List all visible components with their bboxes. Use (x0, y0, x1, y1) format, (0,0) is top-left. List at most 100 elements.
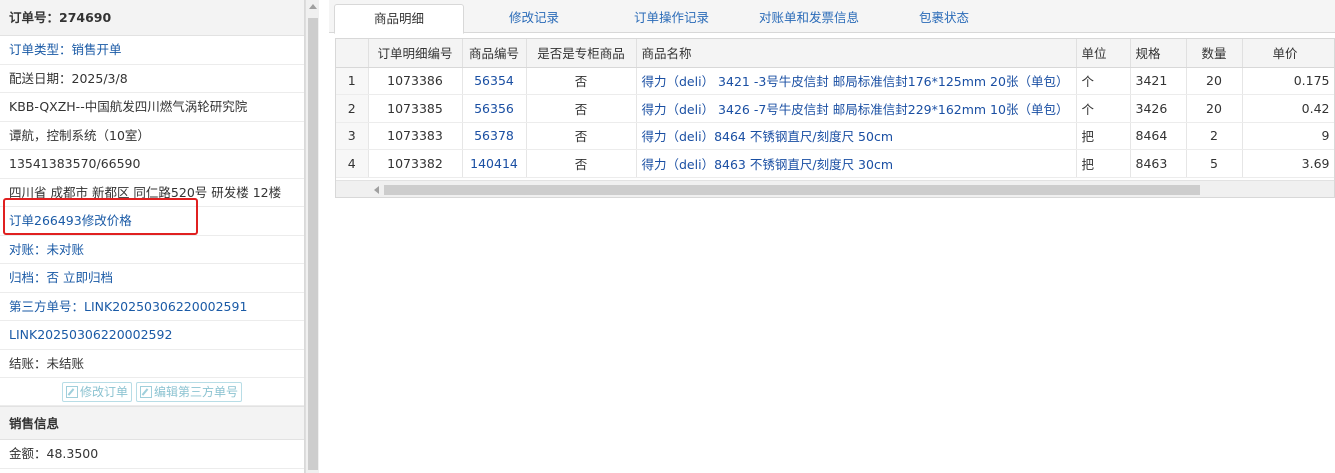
edit-third-party-label: 编辑第三方单号 (154, 385, 239, 399)
spec-cell: 8463 (1130, 149, 1187, 178)
order-type-label: 订单类型： (9, 42, 72, 57)
spec-cell: 3426 (1130, 94, 1187, 123)
detail-id-cell: 1073386 (368, 67, 463, 95)
detail-id-cell: 1073383 (368, 122, 463, 150)
product-id-link[interactable]: 56378 (462, 122, 527, 150)
panel-gutter (319, 0, 329, 473)
action-buttons: 修改订单 编辑第三方单号 (0, 378, 304, 406)
phone-row: 13541383570/66590 (0, 150, 304, 179)
col-price[interactable]: 单价 (1242, 39, 1334, 68)
row-index: 4 (336, 149, 369, 178)
col-index (336, 39, 369, 68)
table-row[interactable]: 4 1073382 140414 否 得力（deli）8463 不锈钢直尺/刻度… (336, 149, 1334, 178)
counter-cell: 否 (526, 149, 637, 178)
col-spec[interactable]: 规格 (1130, 39, 1187, 68)
row-index: 1 (336, 67, 369, 95)
detail-content: 商品明细 修改记录 订单操作记录 对账单和发票信息 包裹状态 订单明细编号 商品… (329, 0, 1335, 473)
counter-cell: 否 (526, 67, 637, 95)
qty-cell: 2 (1186, 122, 1243, 150)
archive-label: 归档： (9, 270, 47, 285)
settlement-value: 未结账 (46, 355, 85, 371)
customer-row: KBB-QXZH--中国航发四川燃气涡轮研究院 (0, 93, 304, 122)
table-row[interactable]: 1 1073386 56354 否 得力（deli） 3421 -3号牛皮信封 … (336, 67, 1334, 95)
table-row[interactable]: 3 1073383 56378 否 得力（deli）8464 不锈钢直尺/刻度尺… (336, 122, 1334, 150)
reconcile-row: 对账：未对账 (0, 236, 304, 264)
row-index: 2 (336, 94, 369, 123)
spec-cell: 3421 (1130, 67, 1187, 95)
edit-order-button[interactable]: 修改订单 (61, 381, 132, 402)
product-table: 订单明细编号 商品编号 是否是专柜商品 商品名称 单位 规格 数量 单价 1 1… (335, 38, 1335, 198)
order-type-value: 销售开单 (71, 42, 122, 57)
delivery-date-row: 配送日期：2025/3/8 (0, 65, 304, 93)
counter-cell: 否 (526, 122, 637, 150)
product-id-link[interactable]: 56354 (462, 67, 527, 95)
tab-operation-log[interactable]: 订单操作记录 (614, 4, 729, 33)
highlight-annotation (3, 198, 198, 235)
col-unit[interactable]: 单位 (1076, 39, 1131, 68)
col-name[interactable]: 商品名称 (636, 39, 1077, 68)
product-name-link[interactable]: 得力（deli）8463 不锈钢直尺/刻度尺 30cm (636, 149, 1077, 178)
third-party-row: 第三方单号：LINK20250306220002591 (0, 293, 304, 321)
scroll-thumb[interactable] (384, 185, 1200, 195)
col-qty[interactable]: 数量 (1186, 39, 1243, 68)
col-product-id[interactable]: 商品编号 (462, 39, 527, 68)
product-name-link[interactable]: 得力（deli） 3426 -7号牛皮信封 邮局标准信封229*162mm 10… (636, 94, 1077, 123)
edit-order-label: 修改订单 (79, 385, 128, 399)
product-name-link[interactable]: 得力（deli）8464 不锈钢直尺/刻度尺 50cm (636, 122, 1077, 150)
price-cell: 3.69 (1242, 149, 1334, 178)
price-cell: 0.42 (1242, 94, 1334, 123)
order-type-row: 订单类型：销售开单 (0, 36, 304, 65)
product-id-link[interactable]: 56356 (462, 94, 527, 123)
tab-package-status[interactable]: 包裹状态 (899, 4, 989, 33)
table-header: 订单明细编号 商品编号 是否是专柜商品 商品名称 单位 规格 数量 单价 (336, 39, 1334, 68)
col-counter[interactable]: 是否是专柜商品 (526, 39, 637, 68)
edit-icon (65, 385, 78, 398)
qty-cell: 20 (1186, 67, 1243, 95)
order-detail-panel: 订单号：274690 订单类型：销售开单 配送日期：2025/3/8 KBB-Q… (0, 0, 305, 473)
third-party-label: 第三方单号： (9, 298, 85, 314)
unit-cell: 个 (1076, 94, 1131, 123)
qty-cell: 5 (1186, 149, 1243, 178)
third-party-value-2: LINK20250306220002592 (0, 321, 304, 350)
edit-third-party-button[interactable]: 编辑第三方单号 (136, 381, 243, 402)
scroll-thumb[interactable] (308, 18, 318, 470)
detail-id-cell: 1073385 (368, 94, 463, 123)
contact-row: 谭航，控制系统（10室） (0, 122, 304, 150)
spec-cell: 8464 (1130, 122, 1187, 150)
delivery-date-label: 配送日期： (9, 70, 72, 86)
reconcile-value: 未对账 (46, 241, 85, 257)
scroll-up-icon[interactable] (309, 4, 317, 9)
amount-label: 金额： (9, 446, 47, 461)
tab-product-detail[interactable]: 商品明细 (334, 4, 464, 34)
unit-cell: 把 (1076, 149, 1131, 178)
col-detail-id[interactable]: 订单明细编号 (368, 39, 463, 68)
table-row[interactable]: 2 1073385 56356 否 得力（deli） 3426 -7号牛皮信封 … (336, 94, 1334, 123)
left-vertical-scrollbar[interactable] (305, 0, 319, 473)
counter-cell: 否 (526, 94, 637, 123)
order-number-title: 订单号：274690 (0, 0, 304, 36)
tab-statement-invoice[interactable]: 对账单和发票信息 (739, 4, 879, 33)
delivery-date-value: 2025/3/8 (71, 70, 128, 86)
product-id-link[interactable]: 140414 (462, 149, 527, 178)
qty-cell: 20 (1186, 94, 1243, 123)
detail-id-cell: 1073382 (368, 149, 463, 178)
reconcile-label: 对账： (9, 241, 47, 257)
row-index: 3 (336, 122, 369, 150)
scroll-left-icon[interactable] (374, 186, 379, 194)
archive-value[interactable]: 否 立即归档 (47, 270, 113, 285)
settlement-row: 结账：未结账 (0, 350, 304, 378)
settlement-label: 结账： (9, 355, 47, 371)
tab-change-log[interactable]: 修改记录 (479, 4, 589, 33)
sales-info-title: 销售信息 (0, 406, 304, 440)
unit-cell: 把 (1076, 122, 1131, 150)
amount-row: 金额：48.3500 (0, 440, 304, 469)
price-cell: 9 (1242, 122, 1334, 150)
tab-bar: 商品明细 修改记录 订单操作记录 对账单和发票信息 包裹状态 (329, 0, 1335, 34)
product-name-link[interactable]: 得力（deli） 3421 -3号牛皮信封 邮局标准信封176*125mm 20… (636, 67, 1077, 95)
price-cell: 0.175 (1242, 67, 1334, 95)
unit-cell: 个 (1076, 67, 1131, 95)
table-horizontal-scrollbar[interactable] (336, 180, 1334, 197)
edit-icon (140, 385, 152, 398)
third-party-value-1: LINK20250306220002591 (84, 298, 248, 314)
amount-value: 48.3500 (46, 446, 99, 461)
